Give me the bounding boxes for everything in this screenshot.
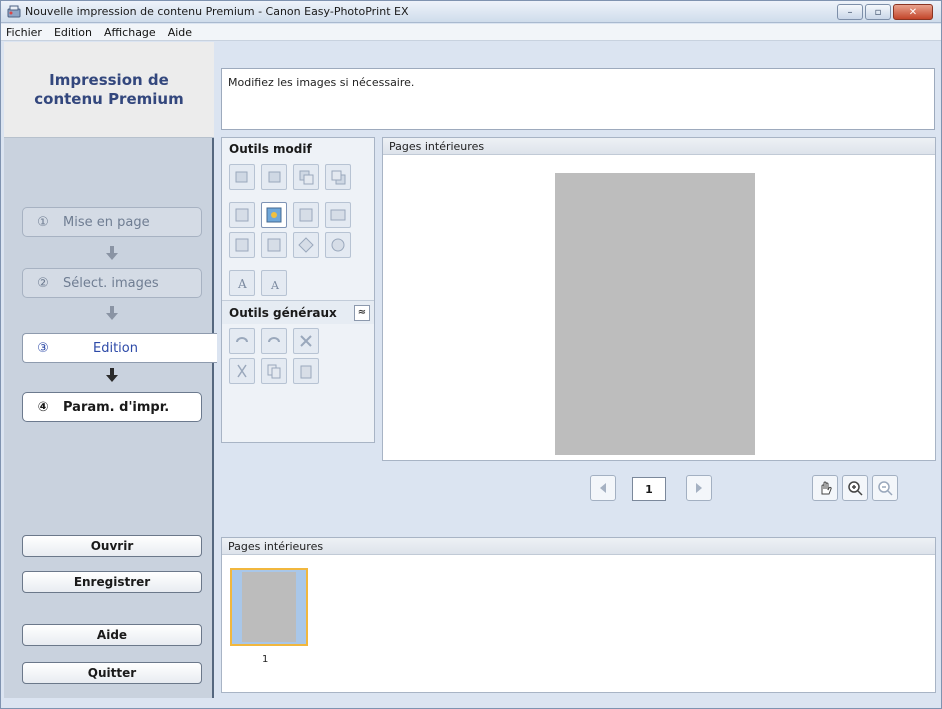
sidebar-header: Impression de contenu Premium — [4, 42, 214, 138]
preview-title: Pages intérieures — [383, 138, 935, 155]
main-area: Modifiez les images si nécessaire. Outil… — [217, 42, 939, 698]
window-controls: – ▫ ✕ — [835, 4, 933, 20]
menu-affichage[interactable]: Affichage — [104, 26, 156, 39]
step-number: ① — [37, 214, 49, 230]
open-button[interactable]: Ouvrir — [22, 535, 202, 557]
menu-bar: Fichier Edition Affichage Aide — [1, 24, 941, 41]
maximize-button[interactable]: ▫ — [865, 4, 891, 20]
delete-icon[interactable] — [293, 328, 319, 354]
window-title: Nouvelle impression de contenu Premium -… — [25, 5, 409, 18]
zoom-out-icon — [878, 481, 893, 496]
close-button[interactable]: ✕ — [893, 4, 933, 20]
layer-back-tool-icon[interactable] — [293, 164, 319, 190]
layer-front-tool-icon[interactable] — [325, 164, 351, 190]
page-thumbnail[interactable] — [230, 568, 308, 646]
paste-icon[interactable] — [293, 358, 319, 384]
general-tools-title: Outils généraux — [229, 305, 337, 320]
copy-icon[interactable] — [261, 358, 287, 384]
background-tool-icon[interactable] — [229, 232, 255, 258]
minimize-button[interactable]: – — [837, 4, 863, 20]
svg-text:A: A — [270, 279, 280, 291]
rotate-right-tool-icon[interactable] — [261, 164, 287, 190]
step-label: Mise en page — [63, 214, 150, 230]
page-navigation: 1 — [382, 467, 936, 507]
step-param-impr[interactable]: ④ Param. d'impr. — [22, 392, 202, 422]
instruction-text: Modifiez les images si nécessaire. — [221, 68, 935, 130]
page-preview[interactable] — [555, 173, 755, 455]
hand-icon — [821, 481, 832, 495]
menu-aide[interactable]: Aide — [168, 26, 192, 39]
frame-tool-icon[interactable] — [293, 202, 319, 228]
title-bar: Nouvelle impression de contenu Premium -… — [1, 1, 941, 23]
thumbnail-page — [242, 572, 296, 642]
prev-page-button[interactable] — [590, 475, 616, 501]
minimize-icon: – — [847, 6, 853, 18]
help-button[interactable]: Aide — [22, 624, 202, 646]
hand-tool-button[interactable] — [812, 475, 838, 501]
step-label: Edition — [93, 340, 138, 356]
sidebar-title: Impression de contenu Premium — [34, 70, 184, 108]
picture-tool-icon[interactable] — [325, 202, 351, 228]
zoom-in-icon — [848, 481, 863, 496]
collapse-icon[interactable]: ≈ — [354, 304, 370, 321]
step-number: ③ — [37, 340, 49, 356]
next-page-button[interactable] — [686, 475, 712, 501]
thumbnail-label: 1 — [262, 654, 269, 665]
shape-tool-icon[interactable] — [293, 232, 319, 258]
chevron-left-icon — [600, 483, 606, 493]
page-number[interactable]: 1 — [632, 477, 666, 501]
arrow-down-icon — [106, 306, 118, 320]
redo-icon[interactable] — [261, 328, 287, 354]
cut-icon[interactable] — [229, 358, 255, 384]
app-window: Nouvelle impression de contenu Premium -… — [0, 0, 942, 709]
step-select-images[interactable]: ② Sélect. images — [22, 268, 202, 298]
menu-fichier[interactable]: Fichier — [6, 26, 42, 39]
thumbnails-title: Pages intérieures — [222, 538, 935, 555]
step-label: Param. d'impr. — [63, 399, 170, 415]
preview-panel: Pages intérieures — [382, 137, 936, 461]
zoom-out-button[interactable] — [872, 475, 898, 501]
svg-text:A: A — [237, 277, 247, 291]
zoom-in-button[interactable] — [842, 475, 868, 501]
undo-icon[interactable] — [229, 328, 255, 354]
arrow-down-icon — [106, 246, 118, 260]
sidebar: Impression de contenu Premium ① Mise en … — [4, 42, 218, 698]
tools-panel: Outils modif A A Outils généraux ≈ — [221, 137, 375, 443]
step-number: ② — [37, 275, 49, 291]
menu-edition[interactable]: Edition — [54, 26, 92, 39]
close-icon: ✕ — [908, 6, 918, 18]
arrow-down-icon — [106, 368, 118, 382]
general-tools-header: Outils généraux ≈ — [222, 300, 374, 324]
text-tool-icon[interactable]: A — [229, 270, 255, 296]
step-edition[interactable]: ③ Edition — [22, 333, 218, 363]
image-correct-tool-icon[interactable] — [261, 202, 287, 228]
copy-layout-tool-icon[interactable] — [261, 232, 287, 258]
step-mise-en-page[interactable]: ① Mise en page — [22, 207, 202, 237]
quit-button[interactable]: Quitter — [22, 662, 202, 684]
chevron-right-icon — [696, 483, 702, 493]
maximize-icon: ▫ — [874, 6, 882, 18]
crop-tool-icon[interactable] — [229, 202, 255, 228]
vertical-text-tool-icon[interactable]: A — [261, 270, 287, 296]
step-label: Sélect. images — [63, 275, 159, 291]
thumbnails-panel: Pages intérieures 1 — [221, 537, 936, 693]
app-icon — [7, 5, 21, 18]
save-button[interactable]: Enregistrer — [22, 571, 202, 593]
effect-tool-icon[interactable] — [325, 232, 351, 258]
rotate-left-tool-icon[interactable] — [229, 164, 255, 190]
step-number: ④ — [37, 399, 49, 415]
edit-tools-title: Outils modif — [229, 142, 312, 156]
